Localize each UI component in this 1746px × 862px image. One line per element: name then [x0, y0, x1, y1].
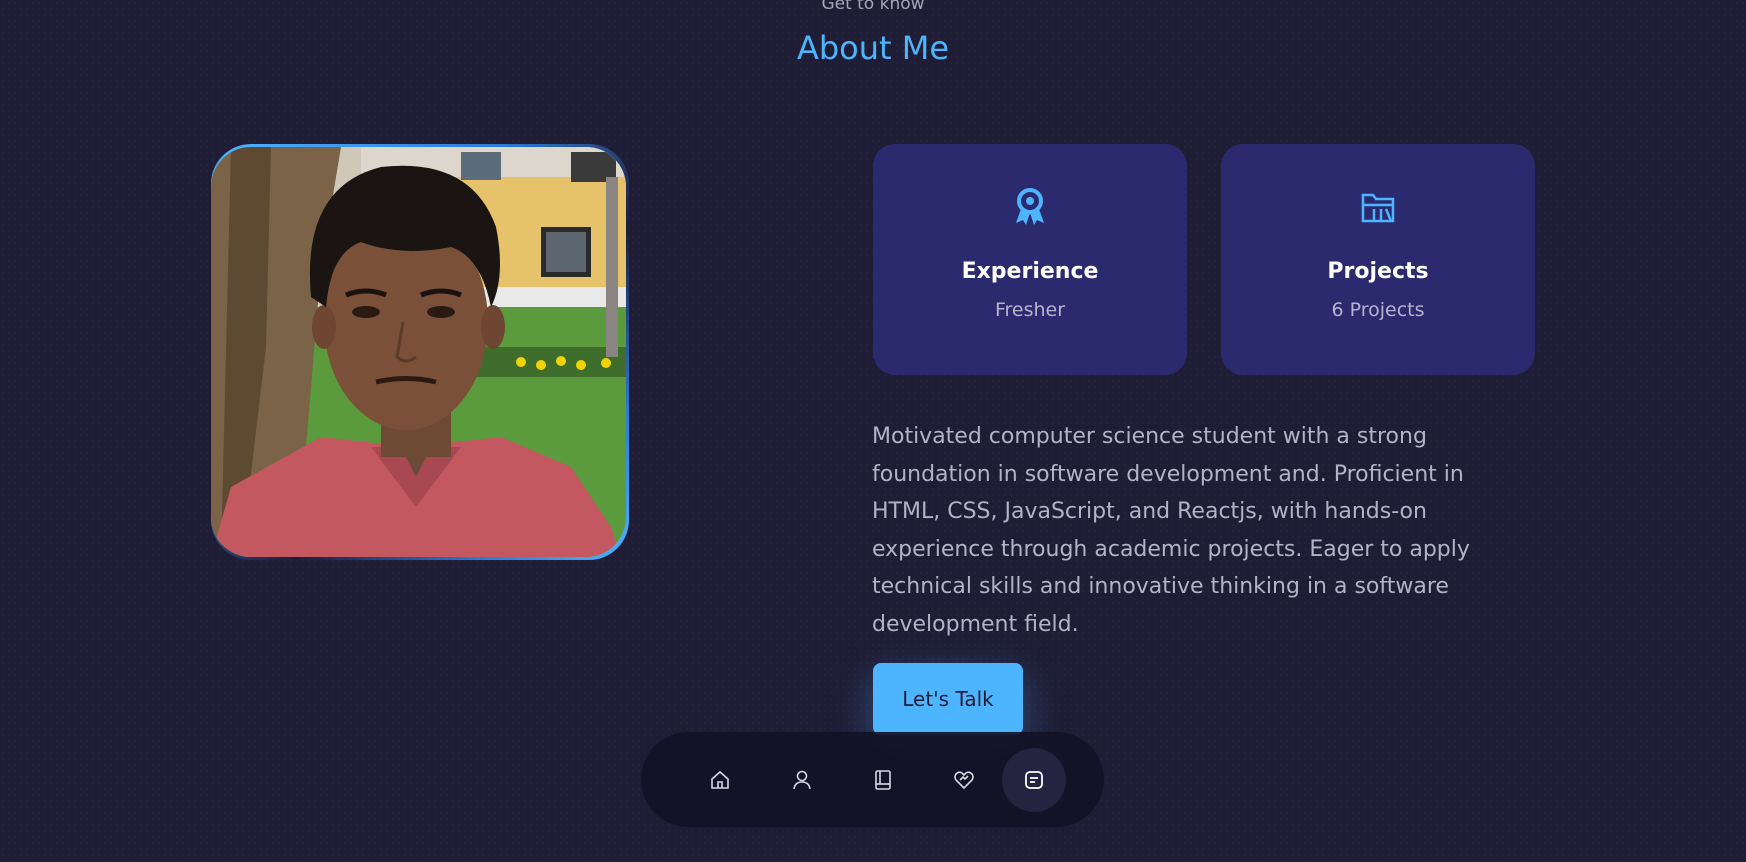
services-icon [954, 771, 974, 790]
lets-talk-button[interactable]: Let's Talk [873, 663, 1023, 735]
experience-value: Fresher [994, 299, 1066, 321]
home-icon [711, 770, 729, 789]
folder-icon [1221, 187, 1535, 227]
projects-title: Projects [1327, 259, 1429, 284]
bottom-nav [641, 732, 1104, 827]
award-icon [873, 187, 1187, 227]
nav-services[interactable] [932, 748, 996, 812]
experience-title: Experience [961, 259, 1099, 284]
nav-about[interactable] [770, 748, 834, 812]
projects-value: 6 Projects [1331, 299, 1425, 321]
book-icon [875, 770, 891, 790]
section-title: About Me [796, 29, 950, 67]
nav-experience[interactable] [851, 748, 915, 812]
section-subtitle: Get to know [821, 0, 925, 14]
about-description: Motivated computer science student with … [872, 424, 1470, 637]
nav-home[interactable] [688, 748, 752, 812]
profile-photo-frame [211, 144, 629, 560]
user-icon [793, 770, 811, 790]
projects-card: Projects 6 Projects [1221, 144, 1535, 375]
experience-card: Experience Fresher [873, 144, 1187, 375]
nav-contact[interactable] [1002, 748, 1066, 812]
profile-photo [211, 147, 626, 557]
message-icon [1025, 771, 1043, 789]
